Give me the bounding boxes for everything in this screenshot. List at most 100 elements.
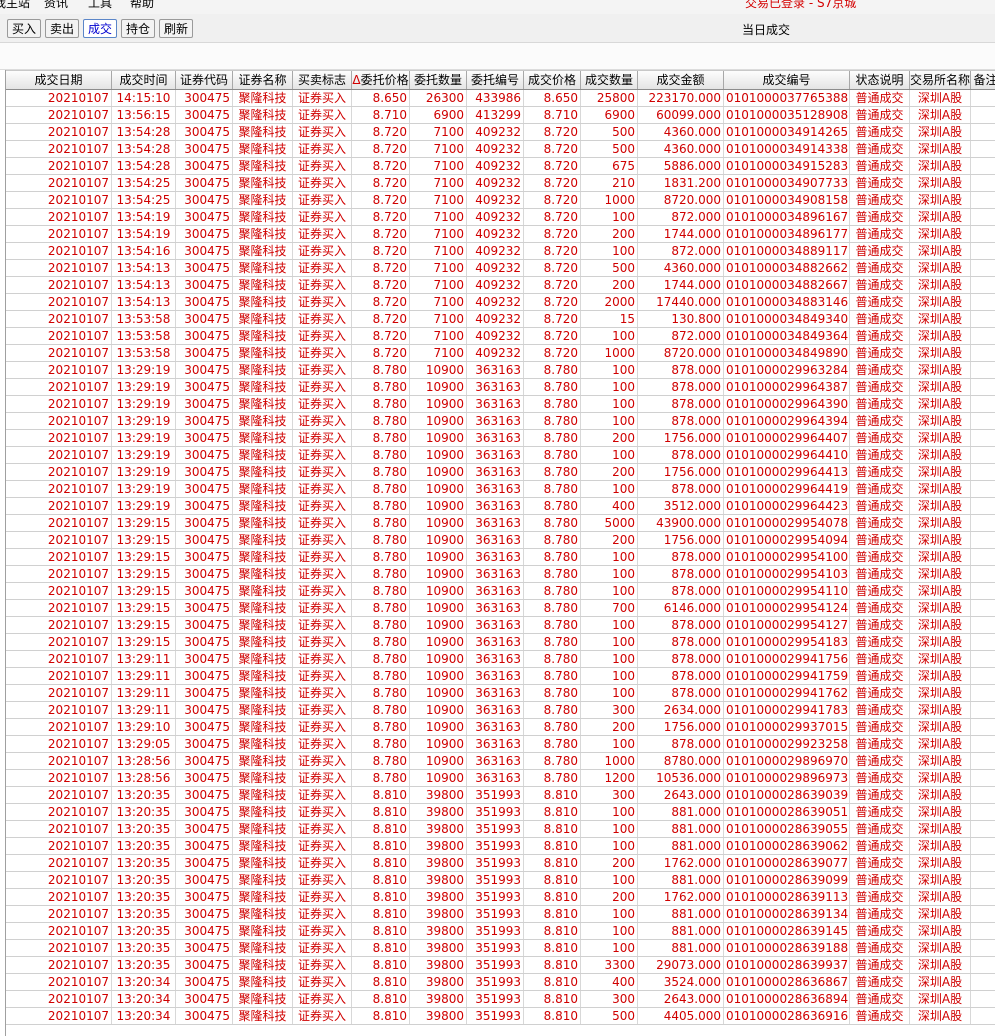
cell-trade-qty: 200 [581,889,638,905]
table-row[interactable]: 20210107 13:29:19 300475 聚隆科技 证券买入 8.780 10900… [6,481,995,498]
column-header-trade-time[interactable]: 成交时间 [112,71,176,89]
table-row[interactable]: 20210107 13:54:28 300475 聚隆科技 证券买入 8.720 7100 4… [6,124,995,141]
table-row[interactable]: 20210107 13:29:11 300475 聚隆科技 证券买入 8.780 10900… [6,651,995,668]
table-row[interactable]: 20210107 13:20:35 300475 聚隆科技 证券买入 8.810 39800… [6,804,995,821]
table-row[interactable]: 20210107 13:53:58 300475 聚隆科技 证券买入 8.720 7100 4… [6,328,995,345]
table-row[interactable]: 20210107 13:29:19 300475 聚隆科技 证券买入 8.780 10900… [6,464,995,481]
table-row[interactable]: 20210107 13:20:35 300475 聚隆科技 证券买入 8.810 39800… [6,923,995,940]
table-row[interactable]: 20210107 13:29:15 300475 聚隆科技 证券买入 8.780 10900… [6,600,995,617]
table-row[interactable]: 20210107 13:56:15 300475 聚隆科技 证券买入 8.710 6900 4… [6,107,995,124]
table-row[interactable]: 20210107 13:29:19 300475 聚隆科技 证券买入 8.780 10900… [6,379,995,396]
column-header-remark[interactable]: 备注 [971,71,995,89]
table-row[interactable]: 20210107 13:29:15 300475 聚隆科技 证券买入 8.780 10900… [6,532,995,549]
column-header-trade-qty[interactable]: 成交数量 [581,71,638,89]
table-row[interactable]: 20210107 13:29:15 300475 聚隆科技 证券买入 8.780 10900… [6,617,995,634]
table-row[interactable]: 20210107 13:28:56 300475 聚隆科技 证券买入 8.780 10900… [6,770,995,787]
table-row[interactable]: 20210107 13:28:56 300475 聚隆科技 证券买入 8.780 10900… [6,753,995,770]
table-row[interactable]: 20210107 13:54:13 300475 聚隆科技 证券买入 8.720 7100 4… [6,294,995,311]
cell-security-code: 300475 [176,651,233,667]
refresh-button[interactable]: 刷新 [159,19,193,38]
table-row[interactable]: 20210107 13:54:25 300475 聚隆科技 证券买入 8.720 7100 4… [6,175,995,192]
table-row[interactable]: 20210107 13:29:19 300475 聚隆科技 证券买入 8.780 10900… [6,498,995,515]
column-header-trade-date[interactable]: 成交日期 [6,71,112,89]
table-row[interactable]: 20210107 13:29:15 300475 聚隆科技 证券买入 8.780 10900… [6,549,995,566]
column-header-trade-amount[interactable]: 成交金额 [638,71,724,89]
table-row[interactable]: 20210107 13:29:10 300475 聚隆科技 证券买入 8.780 10900… [6,719,995,736]
table-row[interactable]: 20210107 13:29:15 300475 聚隆科技 证券买入 8.780 10900… [6,566,995,583]
table-row[interactable]: 20210107 13:29:11 300475 聚隆科技 证券买入 8.780 10900… [6,702,995,719]
column-header-exchange[interactable]: 交易所名称 [910,71,971,89]
table-row[interactable]: 20210107 13:29:11 300475 聚隆科技 证券买入 8.780 10900… [6,668,995,685]
table-row[interactable]: 20210107 13:20:34 300475 聚隆科技 证券买入 8.810 39800… [6,974,995,991]
table-row[interactable]: 20210107 13:54:28 300475 聚隆科技 证券买入 8.720 7100 4… [6,141,995,158]
table-row[interactable]: 20210107 13:29:15 300475 聚隆科技 证券买入 8.780 10900… [6,634,995,651]
table-row[interactable]: 20210107 14:15:10 300475 聚隆科技 证券买入 8.650 26300… [6,90,995,107]
positions-button[interactable]: 持仓 [121,19,155,38]
table-row[interactable]: 20210107 13:53:58 300475 聚隆科技 证券买入 8.720 7100 4… [6,311,995,328]
table-row[interactable]: 20210107 13:20:35 300475 聚隆科技 证券买入 8.810 39800… [6,889,995,906]
sell-button[interactable]: 卖出 [45,19,79,38]
cell-order-no: 363163 [467,532,524,548]
column-header-status[interactable]: 状态说明 [850,71,910,89]
table-row[interactable]: 20210107 13:29:19 300475 聚隆科技 证券买入 8.780 10900… [6,430,995,447]
table-row[interactable]: 20210107 13:29:05 300475 聚隆科技 证券买入 8.780 10900… [6,736,995,753]
cell-order-qty: 10900 [410,719,467,735]
table-row[interactable]: 20210107 13:29:19 300475 聚隆科技 证券买入 8.780 10900… [6,396,995,413]
cell-buy-sell-flag: 证券买入 [293,566,352,582]
table-row[interactable]: 20210107 13:29:19 300475 聚隆科技 证券买入 8.780 10900… [6,447,995,464]
cell-security-code: 300475 [176,668,233,684]
cell-buy-sell-flag: 证券买入 [293,430,352,446]
cell-trade-time: 13:29:15 [112,617,176,633]
table-row[interactable]: 20210107 13:29:15 300475 聚隆科技 证券买入 8.780 10900… [6,583,995,600]
table-row[interactable]: 20210107 13:20:35 300475 聚隆科技 证券买入 8.810 39800… [6,855,995,872]
table-row[interactable]: 20210107 13:53:58 300475 聚隆科技 证券买入 8.720 7100 4… [6,345,995,362]
table-row[interactable]: 20210107 13:54:16 300475 聚隆科技 证券买入 8.720 7100 4… [6,243,995,260]
table-row[interactable]: 20210107 13:20:35 300475 聚隆科技 证券买入 8.810 39800… [6,821,995,838]
buy-button[interactable]: 买入 [7,19,41,38]
table-row[interactable]: 20210107 13:54:19 300475 聚隆科技 证券买入 8.720 7100 4… [6,226,995,243]
column-header-order-price[interactable]: Δ委托价格 [352,71,410,89]
table-row[interactable]: 20210107 13:20:35 300475 聚隆科技 证券买入 8.810 39800… [6,787,995,804]
trades-button[interactable]: 成交 [83,19,117,38]
table-row[interactable]: 20210107 13:29:15 300475 聚隆科技 证券买入 8.780 10900… [6,515,995,532]
table-row[interactable]: 20210107 13:20:34 300475 聚隆科技 证券买入 8.810 39800… [6,991,995,1008]
cell-order-qty: 7100 [410,226,467,242]
cell-security-code: 300475 [176,549,233,565]
table-row[interactable]: 20210107 13:54:19 300475 聚隆科技 证券买入 8.720 7100 4… [6,209,995,226]
table-row[interactable]: 20210107 13:54:13 300475 聚隆科技 证券买入 8.720 7100 4… [6,277,995,294]
table-row[interactable]: 20210107 13:29:19 300475 聚隆科技 证券买入 8.780 10900… [6,362,995,379]
cell-order-price: 8.780 [352,379,410,395]
cell-order-qty: 10900 [410,600,467,616]
table-row[interactable]: 20210107 13:20:35 300475 聚隆科技 证券买入 8.810 39800… [6,906,995,923]
menu-item-news[interactable]: 资讯 [44,0,68,11]
cell-trade-amount: 878.000 [638,566,724,582]
table-row[interactable]: 20210107 13:29:11 300475 聚隆科技 证券买入 8.780 10900… [6,685,995,702]
column-header-trade-no[interactable]: 成交编号 [724,71,850,89]
menu-item-home[interactable]: 我主站 [0,0,30,11]
table-row[interactable]: 20210107 13:20:35 300475 聚隆科技 证券买入 8.810 39800… [6,872,995,889]
menu-item-help[interactable]: 帮助 [130,0,154,11]
table-row[interactable]: 20210107 13:29:19 300475 聚隆科技 证券买入 8.780 10900… [6,413,995,430]
trades-table[interactable]: 成交日期 成交时间 证券代码 证券名称 买卖标志 Δ委托价格 委托数量 委托编号 成交价格 成交数… [5,70,995,1036]
column-header-order-qty[interactable]: 委托数量 [410,71,467,89]
table-row[interactable]: 20210107 13:20:35 300475 聚隆科技 证券买入 8.810 39800… [6,838,995,855]
table-row[interactable]: 20210107 13:20:35 300475 聚隆科技 证券买入 8.810 39800… [6,957,995,974]
cell-security-name: 聚隆科技 [233,906,293,922]
cell-trade-time: 13:20:35 [112,804,176,820]
cell-order-no: 409232 [467,192,524,208]
table-row[interactable]: 20210107 13:54:13 300475 聚隆科技 证券买入 8.720 7100 4… [6,260,995,277]
column-header-buy-sell-flag[interactable]: 买卖标志 [293,71,352,89]
cell-exchange: 深圳A股 [910,413,971,429]
cell-trade-date: 20210107 [6,838,112,854]
column-header-order-no[interactable]: 委托编号 [467,71,524,89]
menu-item-tools[interactable]: 工具 [88,0,112,11]
table-row[interactable]: 20210107 13:20:35 300475 聚隆科技 证券买入 8.810 39800… [6,940,995,957]
cell-order-price: 8.810 [352,991,410,1007]
table-row[interactable]: 20210107 13:54:28 300475 聚隆科技 证券买入 8.720 7100 4… [6,158,995,175]
column-header-security-name[interactable]: 证券名称 [233,71,293,89]
column-header-security-code[interactable]: 证券代码 [176,71,233,89]
cell-security-code: 300475 [176,702,233,718]
column-header-trade-price[interactable]: 成交价格 [524,71,581,89]
table-row[interactable]: 20210107 13:20:34 300475 聚隆科技 证券买入 8.810 39800… [6,1008,995,1025]
table-row[interactable]: 20210107 13:54:25 300475 聚隆科技 证券买入 8.720 7100 4… [6,192,995,209]
